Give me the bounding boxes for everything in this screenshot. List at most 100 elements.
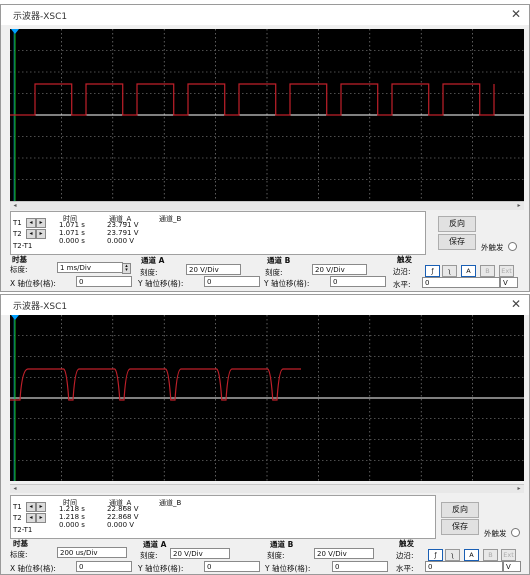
trigger-b-button[interactable]: B [480,265,495,277]
t1-right-arrow-icon[interactable]: ▸ [36,218,46,228]
timebase-scale-label: 标度: [10,550,28,559]
scroll-left-icon[interactable]: ◂ [10,485,20,493]
t2-channel-a: 23.791 V [107,229,139,237]
channel-a-yoffset-field[interactable]: 0 [204,276,260,287]
reverse-button[interactable]: 反向 [438,216,476,232]
timebase-spin-icon[interactable]: ▴ ▾ [122,263,131,274]
timebase-title: 时基 [13,539,28,548]
x-offset-label: X 轴位移(格): [10,564,56,573]
diff-channel-a: 0.000 V [107,521,135,529]
trigger-level-unit[interactable]: V [503,561,521,572]
falling-edge-button[interactable]: ʅ [442,265,457,277]
scroll-right-icon[interactable]: ▸ [514,485,524,493]
t2-right-arrow-icon[interactable]: ▸ [36,513,46,523]
t1-left-arrow-icon[interactable]: ◂ [26,218,36,228]
horizontal-scrollbar[interactable]: ◂ ▸ [10,484,524,493]
horizontal-scrollbar[interactable]: ◂ ▸ [10,201,524,210]
channel-b-yoffset-label: Y 轴位移(格): [265,564,311,573]
ext-trigger-radio[interactable] [511,528,520,537]
channel-a-scale-label: 刻度: [140,268,158,277]
channel-b-scale-field[interactable]: 20 V/Div [314,548,374,559]
t1-right-arrow-icon[interactable]: ▸ [36,502,46,512]
t2-right-arrow-icon[interactable]: ▸ [36,229,46,239]
scope-screen[interactable] [10,29,524,201]
channel-a-yoffset-field[interactable]: 0 [204,561,260,572]
channel-b-yoffset-field[interactable]: 0 [330,276,386,287]
diff-time: 0.000 s [59,237,85,245]
trigger-level-field[interactable]: 0 [425,561,503,572]
trigger-level-label: 水平: [393,280,411,289]
rising-edge-button[interactable]: ƒ [425,265,440,277]
channel-a-scale-field[interactable]: 20 V/Div [186,264,241,275]
diff-channel-a: 0.000 V [107,237,135,245]
t1-left-arrow-icon[interactable]: ◂ [26,502,36,512]
scroll-left-icon[interactable]: ◂ [10,202,20,210]
header-channel-b: 通道_B [159,499,182,507]
cursor-diff-label: T2-T1 [13,526,33,534]
cursor-t1-label: T1 [13,219,22,227]
close-icon[interactable]: ✕ [511,7,521,21]
trigger-ext-button[interactable]: Ext [501,549,516,561]
window-title: 示波器-XSC1 [13,12,68,22]
channel-a-title: 通道 A [143,540,167,549]
title-bar: 示波器-XSC1 ✕ [1,295,529,315]
cursor-marker-icon [11,29,19,34]
header-channel-b: 通道_B [159,215,182,223]
falling-edge-button[interactable]: ʅ [445,549,460,561]
t2-left-arrow-icon[interactable]: ◂ [26,513,36,523]
trigger-edge-label: 边沿: [396,551,414,560]
trigger-level-unit[interactable]: V [500,277,518,288]
cursor-diff-label: T2-T1 [13,242,33,250]
t2-time: 1.071 s [59,229,85,237]
channel-b-scale-field[interactable]: 20 V/Div [312,264,367,275]
t1-time: 1.071 s [59,221,85,229]
scope-display [10,315,524,481]
trigger-ext-button[interactable]: Ext [499,265,514,277]
scroll-right-icon[interactable]: ▸ [514,202,524,210]
reverse-button[interactable]: 反向 [441,502,479,518]
cursor-t1-label: T1 [13,503,22,511]
cursor-readout-panel: 时间 通道_A 通道_B T1 ◂ ▸ 1.218 s 22.868 V T2 … [10,495,436,539]
channel-a-scale-label: 刻度: [140,551,158,560]
cursor-marker-icon [11,315,19,320]
timebase-scale-label: 标度: [10,265,28,274]
oscilloscope-window-1: 示波器-XSC1 ✕ ◂ ▸ 时间 通道_A 通道_B T1 ◂ ▸ 1.071… [0,4,530,292]
t2-left-arrow-icon[interactable]: ◂ [26,229,36,239]
close-icon[interactable]: ✕ [511,297,521,311]
x-offset-field[interactable]: 0 [76,561,132,572]
trigger-a-button[interactable]: A [461,265,476,277]
save-button[interactable]: 保存 [438,234,476,250]
diff-time: 0.000 s [59,521,85,529]
scope-screen[interactable] [10,315,524,481]
trigger-title: 触发 [397,255,412,264]
cursor-t2-label: T2 [13,514,22,522]
trigger-b-button[interactable]: B [483,549,498,561]
channel-b-title: 通道 B [267,256,291,265]
trigger-level-field[interactable]: 0 [422,277,500,288]
trigger-level-label: 水平: [396,564,414,573]
timebase-scale-field[interactable]: 200 us/Div [57,547,127,558]
timebase-scale-field[interactable]: 1 ms/Div [57,262,123,273]
channel-b-yoffset-field[interactable]: 0 [332,561,388,572]
scope-display [10,29,524,201]
channel-a-scale-field[interactable]: 20 V/Div [170,548,230,559]
channel-a-yoffset-label: Y 轴位移(格): [138,564,184,573]
channel-b-title: 通道 B [270,540,294,549]
trigger-edge-label: 边沿: [393,267,411,276]
rising-edge-button[interactable]: ƒ [428,549,443,561]
trigger-a-button[interactable]: A [464,549,479,561]
ext-trigger-radio[interactable] [508,242,517,251]
cursor-readout-panel: 时间 通道_A 通道_B T1 ◂ ▸ 1.071 s 23.791 V T2 … [10,211,426,255]
t1-time: 1.218 s [59,505,85,513]
window-title: 示波器-XSC1 [13,302,68,312]
t1-channel-a: 22.868 V [107,505,139,513]
x-offset-label: X 轴位移(格): [10,279,56,288]
channel-b-scale-label: 刻度: [265,268,283,277]
trigger-title: 触发 [399,539,414,548]
x-offset-field[interactable]: 0 [76,276,132,287]
t2-time: 1.218 s [59,513,85,521]
channel-a-title: 通道 A [141,256,165,265]
channel-a-trace [10,368,301,401]
save-button[interactable]: 保存 [441,519,479,535]
t2-channel-a: 22.868 V [107,513,139,521]
